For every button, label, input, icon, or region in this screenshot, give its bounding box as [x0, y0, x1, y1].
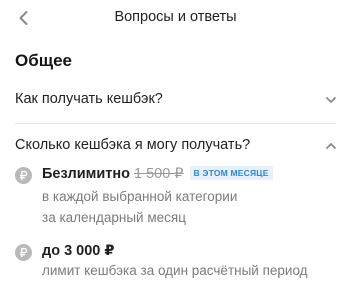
old-limit-value: 1 500 ₽ — [133, 166, 184, 182]
section-title: Общее — [15, 51, 72, 70]
page-title: Вопросы и ответы — [114, 9, 237, 25]
description-line: за календарный месяц — [42, 210, 186, 225]
description-line: лимит кешбэка за один расчётный период — [42, 263, 308, 278]
answer-main-text: Безлимитно 1 500 ₽ В ЭТОМ МЕСЯЦЕ — [42, 166, 273, 182]
answer-description: в каждой выбранной категории за календар… — [42, 186, 337, 228]
faq-item-cashback-amount[interactable]: Сколько кешбэка я могу получать? — [15, 137, 337, 159]
description-line: в каждой выбранной категории — [42, 189, 238, 204]
ruble-coin-icon — [15, 244, 32, 261]
limit-value: Безлимитно — [42, 166, 130, 182]
ruble-coin-icon — [15, 167, 32, 184]
divider — [15, 123, 336, 124]
faq-question: Как получать кешбэк? — [15, 91, 163, 107]
header-bar: Вопросы и ответы — [0, 0, 351, 36]
chevron-up-icon — [326, 143, 336, 149]
chevron-down-icon — [326, 97, 336, 103]
faq-question: Сколько кешбэка я могу получать? — [15, 137, 251, 153]
answer-description: лимит кешбэка за один расчётный период — [42, 260, 337, 281]
faq-item-how-to-get-cashback[interactable]: Как получать кешбэк? — [15, 91, 337, 113]
limit-value: до 3 000 ₽ — [42, 243, 115, 259]
this-month-badge: В ЭТОМ МЕСЯЦЕ — [189, 166, 273, 180]
